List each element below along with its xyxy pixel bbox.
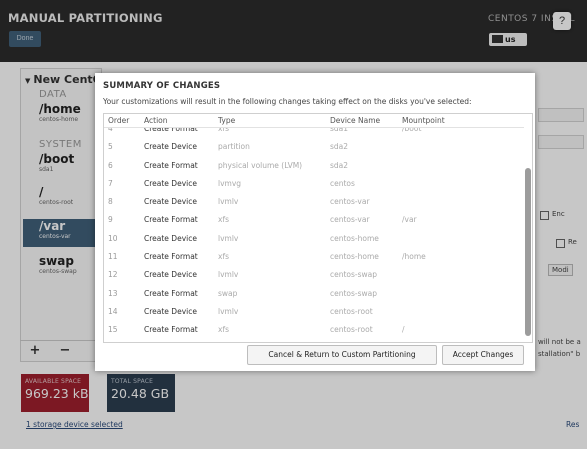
dialog-subtitle: Your customizations will result in the f… [103,97,472,106]
cell-action: Create Device [144,233,197,243]
dialog-title: SUMMARY OF CHANGES [103,81,221,91]
cell-type: lvmvg [218,178,242,188]
table-row[interactable]: 9 Create Format xfs centos-var/var [104,210,524,228]
cell-type: swap [218,288,238,298]
table-row[interactable]: 6 Create Format physical volume (LVM) sda2 [104,156,524,174]
cell-type: lvmlv [218,197,239,207]
cell-action: Create Format [144,325,198,335]
cell-type: lvmlv [218,233,239,243]
cell-action: Create Format [144,215,198,225]
cell-order: 5 [108,142,113,152]
cell-order: 13 [108,288,118,298]
cell-type: xfs [218,252,229,262]
cell-order: 9 [108,215,113,225]
cell-device: sda2 [330,142,349,152]
cell-type: lvmlv [218,306,239,316]
changes-table[interactable]: Order Action Type Device Name Mountpoint… [103,113,533,343]
cell-type: xfs [218,325,229,335]
cell-device: centos-swap [330,288,378,298]
column-header-order[interactable]: Order [108,116,129,125]
table-header: Order Action Type Device Name Mountpoint [104,114,524,128]
cell-device: centos-home [330,233,379,243]
accept-changes-button[interactable]: Accept Changes [442,345,524,365]
cell-action: Create Device [144,197,197,207]
cell-action: Create Format [144,128,198,133]
table-row[interactable]: 8 Create Device lvmlv centos-var [104,192,524,210]
cell-mount: /home [402,252,426,262]
cell-order: 6 [108,160,113,170]
cell-type: physical volume (LVM) [218,160,303,170]
cell-order: 14 [108,306,118,316]
table-row[interactable]: 13 Create Format swap centos-swap [104,284,524,302]
table-row[interactable]: 4 Create Format xfs sda1/boot [104,128,524,137]
cell-action: Create Device [144,270,197,280]
table-row[interactable]: 7 Create Device lvmvg centos [104,174,524,192]
cell-action: Create Device [144,306,197,316]
cell-mount: /var [402,215,417,225]
cell-order: 10 [108,233,118,243]
cell-device: centos-root [330,306,373,316]
cell-device: centos-var [330,197,370,207]
column-header-mountpoint[interactable]: Mountpoint [402,116,445,125]
cell-device: centos-swap [330,270,378,280]
cell-order: 4 [108,128,113,133]
cell-action: Create Format [144,288,198,298]
cell-action: Create Device [144,178,197,188]
cell-action: Create Device [144,142,197,152]
cell-device: centos-var [330,215,370,225]
table-row[interactable]: 12 Create Device lvmlv centos-swap [104,265,524,283]
cell-order: 7 [108,178,113,188]
column-header-device-name[interactable]: Device Name [330,116,380,125]
cell-device: sda2 [330,160,349,170]
table-row[interactable]: 5 Create Device partition sda2 [104,137,524,155]
cell-order: 12 [108,270,118,280]
cell-type: lvmlv [218,270,239,280]
cell-type: partition [218,142,250,152]
table-row[interactable]: 14 Create Device lvmlv centos-root [104,302,524,320]
cell-device: centos-root [330,325,373,335]
cancel-return-button[interactable]: Cancel & Return to Custom Partitioning [247,345,437,365]
cell-action: Create Format [144,160,198,170]
table-row[interactable]: 11 Create Format xfs centos-home/home [104,247,524,265]
table-rows: 4 Create Format xfs sda1/boot 5 Create Device… [104,128,524,339]
cell-order: 8 [108,197,113,207]
table-body: 4 Create Format xfs sda1/boot 5 Create Device… [104,128,524,342]
cell-mount: /boot [402,128,422,133]
cell-order: 15 [108,325,118,335]
cell-device: centos [330,178,355,188]
column-header-action[interactable]: Action [144,116,168,125]
cell-mount: / [402,325,405,335]
scrollbar-thumb[interactable] [525,168,531,336]
table-scrollbar[interactable] [525,128,531,340]
cell-device: sda1 [330,128,349,133]
summary-of-changes-dialog: SUMMARY OF CHANGES Your customizations w… [95,73,535,371]
cell-action: Create Format [144,252,198,262]
table-row[interactable]: 15 Create Format xfs centos-root / [104,320,524,338]
cell-order: 11 [108,252,118,262]
cell-type: xfs [218,128,229,133]
cell-device: centos-home [330,252,379,262]
table-row[interactable]: 10 Create Device lvmlv centos-home [104,229,524,247]
cell-type: xfs [218,215,229,225]
column-header-type[interactable]: Type [218,116,235,125]
